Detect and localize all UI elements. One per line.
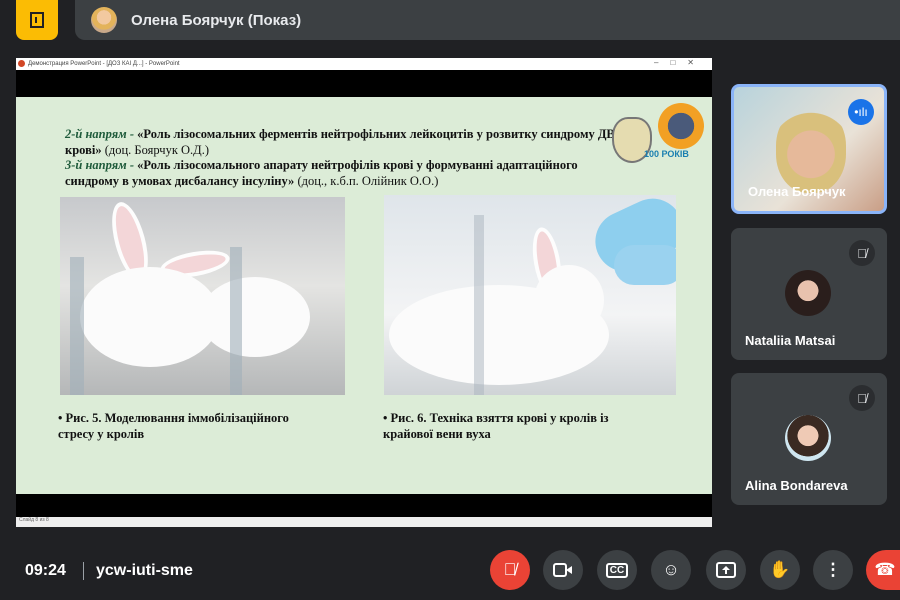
window-controls: –□✕: [654, 58, 706, 67]
hand-icon: ✋: [769, 560, 791, 579]
rabbit-photo-1: [60, 197, 345, 395]
presenter-avatar: [91, 7, 117, 33]
reactions-button[interactable]: ☺: [651, 550, 691, 590]
camera-toggle-button[interactable]: [543, 550, 583, 590]
clock: 09:24: [25, 562, 66, 579]
present-screen-button[interactable]: [706, 550, 746, 590]
more-vert-icon: ⋮: [824, 560, 842, 579]
participant-tile[interactable]: 🎙̸ Alina Bondareva: [731, 373, 887, 505]
mic-off-icon: 🎙̸: [503, 560, 517, 579]
raise-hand-button[interactable]: ✋: [760, 550, 800, 590]
direction3-author: (доц., к.б.п. Олійник О.О.): [297, 173, 439, 188]
caption-figure-6-text: Рис. 6. Техніка взяття крові у кролів із…: [383, 411, 609, 441]
closed-captions-icon: CC: [605, 562, 629, 578]
caption-figure-6: • Рис. 6. Техніка взяття крові у кролів …: [383, 411, 609, 441]
video-camera-icon: [553, 563, 572, 577]
participant-tile[interactable]: •ılı Олена Боярчук: [731, 84, 887, 214]
speaking-indicator-icon: •ılı: [848, 99, 874, 125]
powerpoint-icon: [18, 60, 25, 67]
mic-off-icon: 🎙̸: [849, 240, 875, 266]
door-icon: [30, 12, 44, 28]
meeting-details-button[interactable]: [16, 0, 58, 40]
participant-tile[interactable]: 🎙̸ Nataliia Matsai: [731, 228, 887, 360]
powerpoint-title-bar: Демонстрация PowerPoint - [ДОЗ КАІ Д...]…: [16, 58, 712, 70]
participant-avatar: [785, 415, 831, 461]
direction2-author: (доц. Боярчук О.Д.): [104, 142, 209, 157]
participant-name: Alina Bondareva: [745, 478, 848, 493]
caption-figure-5-text: Рис. 5. Моделювання іммобілізаційного ст…: [58, 411, 289, 441]
window-title: Демонстрация PowerPoint - [ДОЗ КАІ Д...]…: [28, 61, 180, 67]
present-screen-icon: [716, 562, 736, 578]
hang-up-icon: ☎: [874, 560, 896, 579]
anniversary-logo-text: 100 РОКІВ: [644, 149, 689, 159]
anniversary-logo: [658, 103, 704, 149]
caption-figure-5: • Рис. 5. Моделювання іммобілізаційного …: [58, 411, 289, 441]
participant-video: [776, 107, 846, 193]
rabbit-photo-2: [384, 195, 676, 395]
presenter-bar[interactable]: Олена Боярчук (Показ): [75, 0, 900, 40]
more-options-button[interactable]: ⋮: [813, 550, 853, 590]
direction3-label: 3-й напрям -: [65, 158, 135, 172]
participant-name: Nataliia Matsai: [745, 333, 836, 348]
participant-name: Олена Боярчук: [748, 184, 846, 199]
participant-avatar: [785, 270, 831, 316]
slide-counter: Слайд 8 из 8: [19, 517, 49, 523]
powerpoint-status-bar: Слайд 8 из 8: [16, 517, 712, 527]
meeting-code: ycw-iuti-sme: [96, 562, 193, 579]
mic-off-icon: 🎙̸: [849, 385, 875, 411]
slide: 2-й напрям - «Роль лізосомальних фермент…: [16, 97, 712, 494]
divider: [83, 562, 84, 580]
emoji-icon: ☺: [662, 560, 680, 579]
shared-screen: Демонстрация PowerPoint - [ДОЗ КАІ Д...]…: [16, 58, 712, 527]
presenter-label: Олена Боярчук (Показ): [131, 11, 302, 29]
direction2-label: 2-й напрям -: [65, 127, 135, 141]
leave-call-button[interactable]: ☎: [866, 550, 900, 590]
captions-button[interactable]: CC: [597, 550, 637, 590]
slide-text: 2-й напрям - «Роль лізосомальних фермент…: [65, 127, 625, 189]
microphone-toggle-button[interactable]: 🎙̸: [490, 550, 530, 590]
